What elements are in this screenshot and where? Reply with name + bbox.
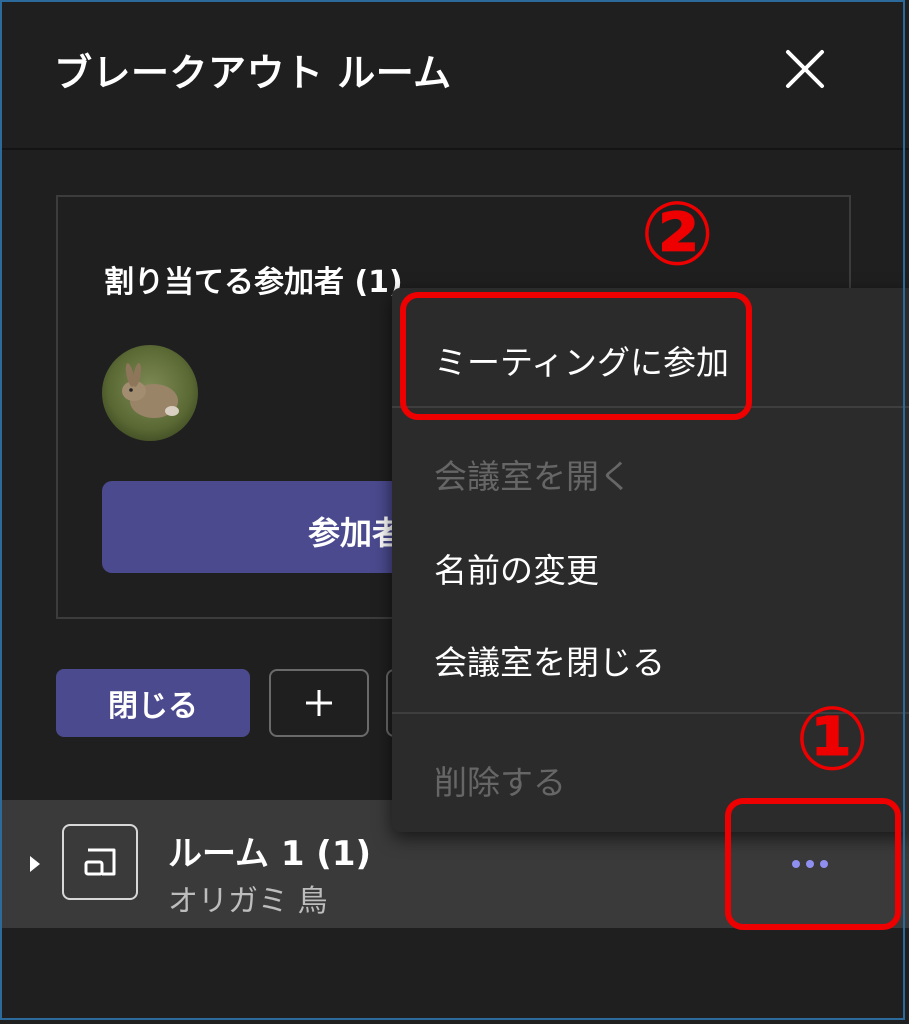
- room-name: ルーム 1 (1): [168, 834, 372, 874]
- avatar[interactable]: [102, 345, 198, 441]
- menu-item-open-room: 会議室を開く: [392, 430, 909, 510]
- callout-more-highlight: [725, 798, 901, 930]
- assign-participants-title: 割り当てる参加者 (1): [104, 265, 403, 300]
- room-glyph-icon: [84, 848, 116, 876]
- plus-icon: [306, 690, 332, 716]
- expand-caret-icon[interactable]: [30, 856, 40, 872]
- menu-item-close-room[interactable]: 会議室を閉じる: [392, 616, 909, 696]
- room-icon: [62, 824, 138, 900]
- menu-item-label: 会議室を閉じる: [434, 643, 665, 682]
- menu-item-label: 削除する: [434, 763, 566, 802]
- assign-button-label: 参加者: [308, 514, 405, 552]
- menu-item-label: 名前の変更: [434, 551, 599, 590]
- menu-item-rename[interactable]: 名前の変更: [392, 524, 909, 604]
- close-button[interactable]: [780, 44, 830, 94]
- room-member: オリガミ 鳥: [168, 884, 328, 919]
- menu-item-label: 会議室を開く: [434, 457, 632, 496]
- add-room-button[interactable]: [269, 669, 369, 737]
- panel-title: ブレークアウト ルーム: [54, 51, 452, 95]
- callout-join-highlight: [400, 292, 752, 420]
- rabbit-avatar-icon: [102, 345, 198, 441]
- annotation-marker-1: ①: [795, 687, 870, 790]
- close-icon: [786, 50, 824, 88]
- annotation-marker-2: ②: [640, 182, 715, 285]
- assign-button[interactable]: 参加者: [102, 481, 432, 573]
- panel-header: ブレークアウト ルーム: [0, 0, 909, 150]
- close-rooms-button[interactable]: 閉じる: [56, 669, 250, 737]
